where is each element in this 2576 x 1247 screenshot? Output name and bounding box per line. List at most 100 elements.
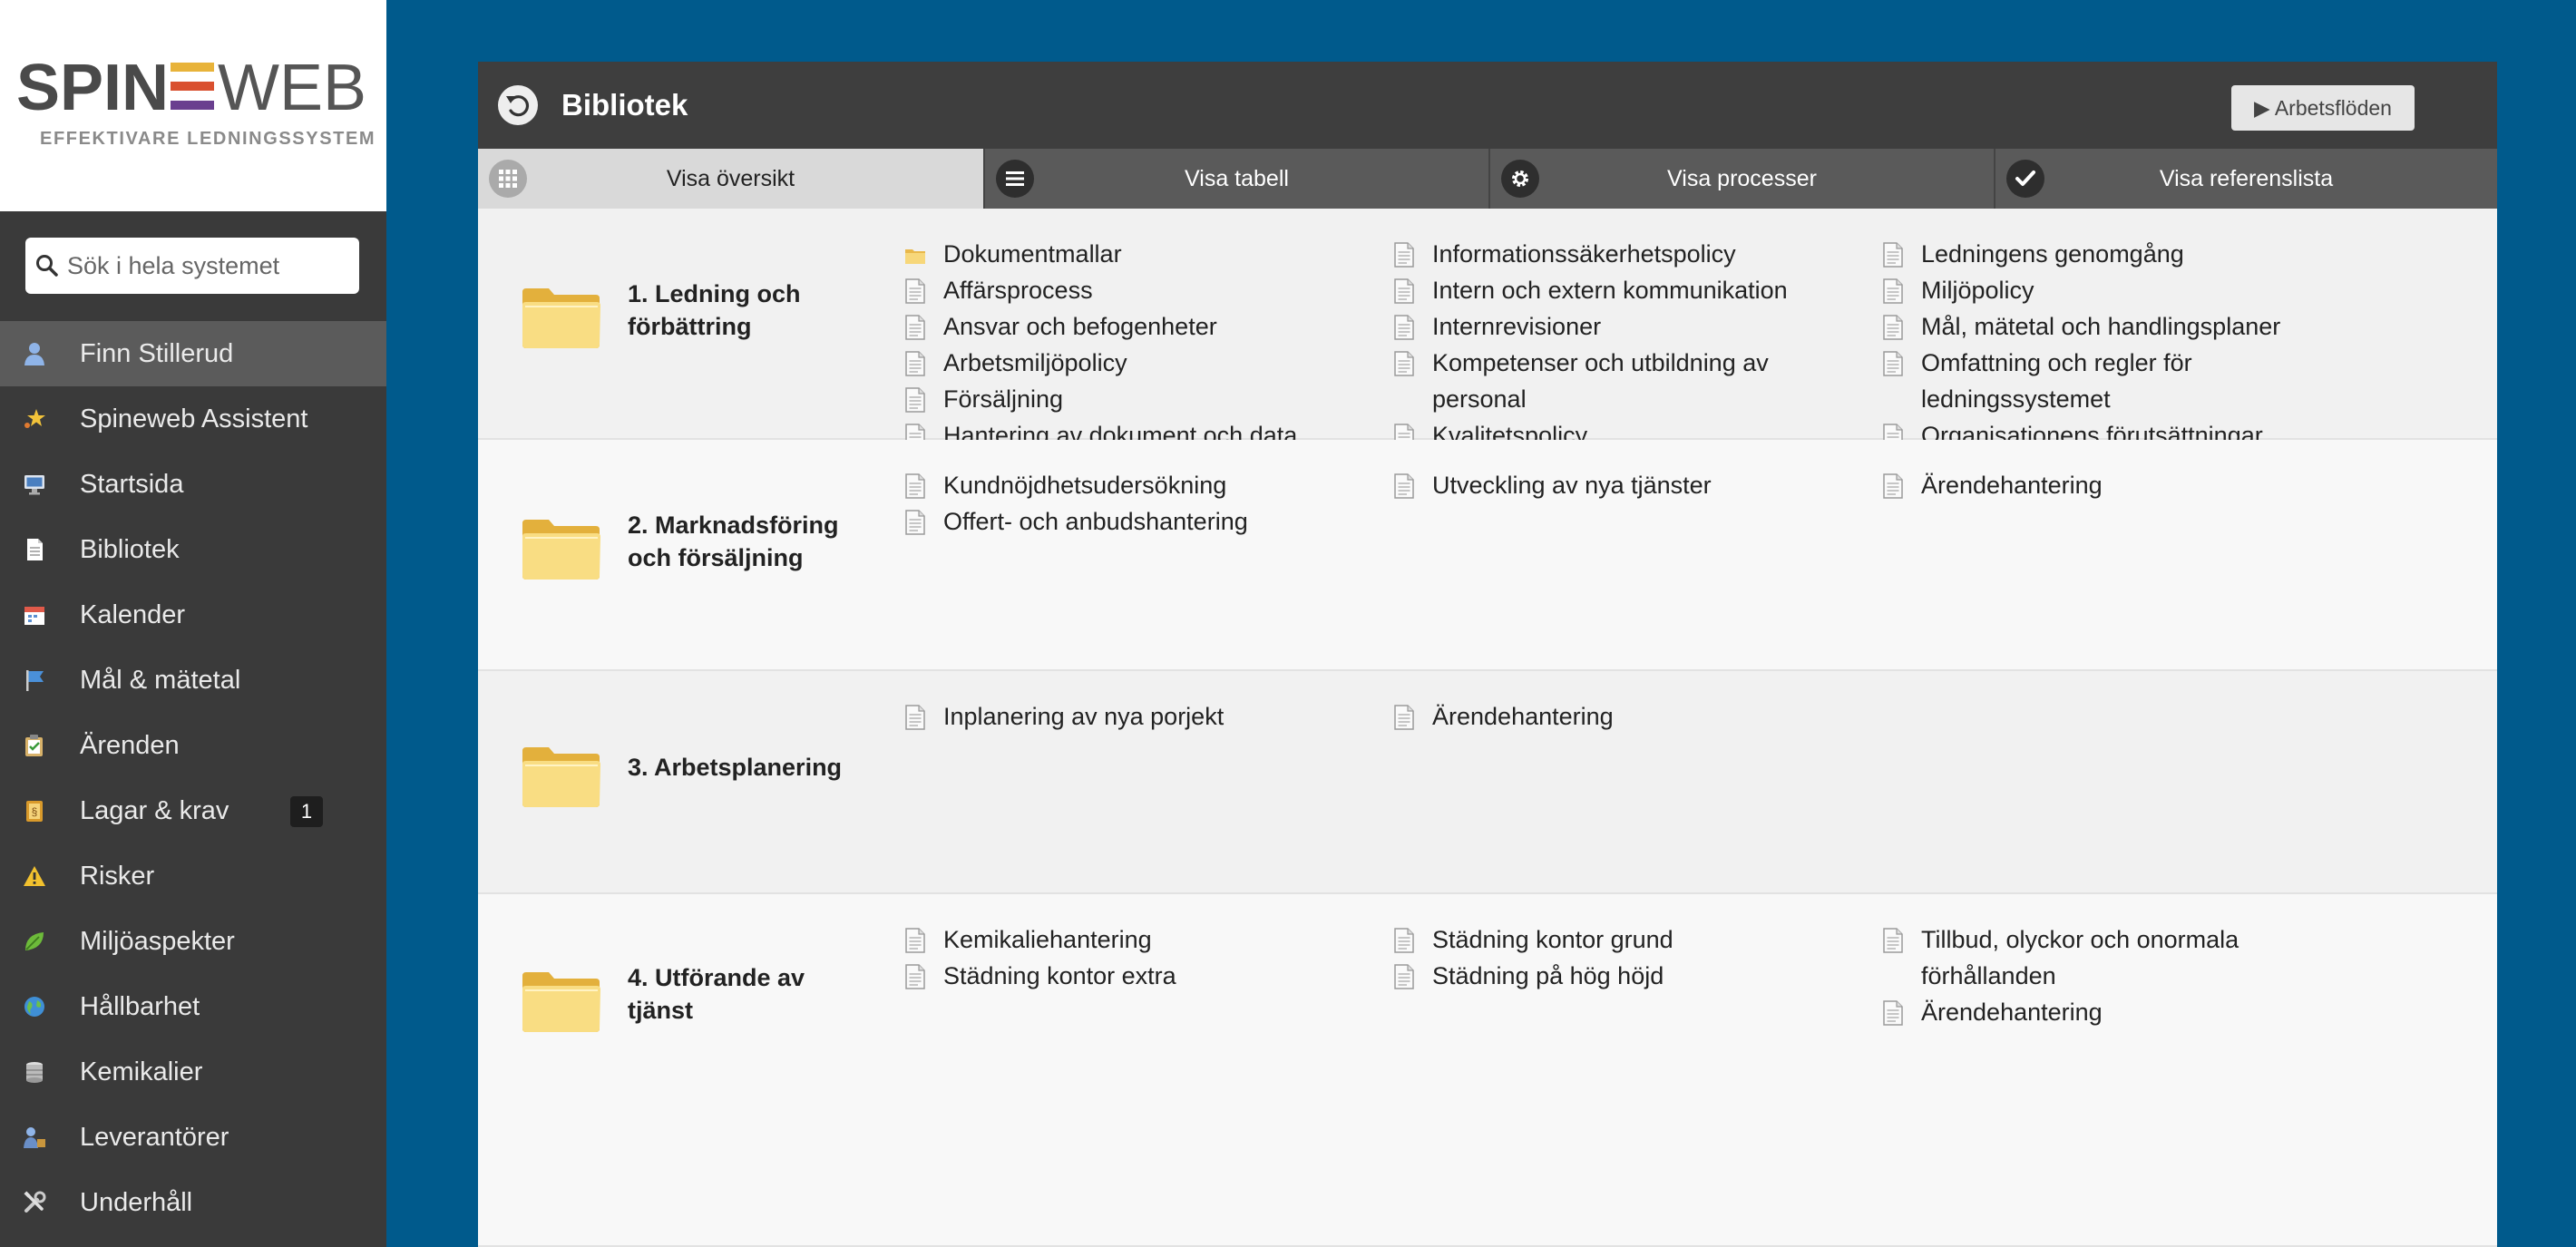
folder-icon[interactable]	[520, 744, 603, 811]
document-link[interactable]: Ärendehantering	[1882, 467, 2354, 503]
section-title[interactable]: 2. Marknadsföring och försäljning	[628, 509, 873, 574]
library-section: 3. Arbetsplanering Inplanering av nya por…	[478, 671, 2497, 894]
document-icon	[1883, 351, 1903, 376]
folder-icon[interactable]	[520, 516, 603, 583]
document-link[interactable]: Försäljning	[904, 381, 1376, 417]
document-icon	[905, 705, 925, 730]
sidebar-item-supplier[interactable]: Leverantörer	[0, 1105, 386, 1170]
library-section: 1. Ledning och förbättring Dokumentmallar…	[478, 209, 2497, 521]
sidebar-item-label: Kalender	[80, 600, 186, 629]
document-link[interactable]: Ärendehantering	[1393, 698, 1865, 735]
workflows-button[interactable]: ▶ Arbetsflöden	[2231, 85, 2415, 131]
back-button[interactable]	[498, 85, 538, 125]
sidebar-item-warning[interactable]: Risker	[0, 843, 386, 909]
document-link[interactable]: Städning kontor extra	[904, 958, 1376, 994]
leaf-icon	[22, 929, 47, 954]
view-tabs: Visa översikt Visa tabell Visa processer Vi…	[478, 149, 2497, 209]
tab-list[interactable]: Visa tabell	[983, 149, 1488, 209]
document-link[interactable]: Intern och extern kommunikation	[1393, 272, 1865, 308]
document-label: Kompetenser och utbildning av personal	[1432, 349, 1769, 413]
logo-web-text: WEB	[218, 52, 367, 124]
document-link[interactable]: Ansvar och befogenheter	[904, 308, 1376, 345]
document-link[interactable]: Kundnöjdhetsudersökning	[904, 467, 1376, 503]
sidebar-item-calendar[interactable]: Kalender	[0, 582, 386, 648]
document-icon	[905, 278, 925, 304]
document-link[interactable]: Ledningens genomgång	[1882, 236, 2354, 272]
sidebar-item-law-book[interactable]: § Lagar & krav 1	[0, 778, 386, 843]
warning-icon	[22, 863, 47, 889]
document-label: Ansvar och befogenheter	[943, 313, 1217, 340]
document-link[interactable]: Städning kontor grund	[1393, 921, 1865, 958]
folder-icon[interactable]	[520, 285, 603, 352]
folder-icon[interactable]	[520, 969, 603, 1036]
document-icon	[1883, 315, 1903, 340]
section-title[interactable]: 1. Ledning och förbättring	[628, 278, 873, 343]
sidebar-item-document[interactable]: Bibliotek	[0, 517, 386, 582]
document-column: Kundnöjdhetsudersökning Offert- och anbud…	[904, 467, 1376, 540]
document-link[interactable]: Internrevisioner	[1393, 308, 1865, 345]
document-link[interactable]: Tillbud, olyckor och onormala förhålland…	[1882, 921, 2354, 994]
sidebar-item-clipboard[interactable]: Ärenden	[0, 713, 386, 778]
clipboard-icon	[22, 733, 47, 758]
logo-wordmark: SPIN WEB	[16, 55, 372, 121]
sidebar-item-leaf[interactable]: Miljöaspekter	[0, 909, 386, 974]
document-label: Intern och extern kommunikation	[1432, 277, 1788, 304]
search-box[interactable]	[25, 238, 359, 294]
folder-link[interactable]: Dokumentmallar	[904, 236, 1376, 272]
document-link[interactable]: Kemikaliehantering	[904, 921, 1376, 958]
document-icon	[22, 537, 47, 562]
document-label: Ärendehantering	[1921, 472, 2103, 499]
document-icon	[905, 387, 925, 413]
tab-gear[interactable]: Visa processer	[1488, 149, 1994, 209]
document-label: Inplanering av nya porjekt	[943, 703, 1225, 730]
sidebar-item-label: Underhåll	[80, 1188, 193, 1217]
document-label: Tillbud, olyckor och onormala förhålland…	[1921, 926, 2239, 989]
document-label: Städning kontor extra	[943, 962, 1176, 989]
document-label: Försäljning	[943, 385, 1064, 413]
flag-icon	[22, 667, 47, 693]
sparkle-icon	[22, 406, 47, 432]
document-column: Kemikaliehantering Städning kontor extra	[904, 921, 1376, 994]
sidebar-item-monitor[interactable]: Startsida	[0, 452, 386, 517]
logo[interactable]: SPIN WEB EFFEKTIVARE LEDNINGSSYSTEM	[0, 0, 386, 211]
document-link[interactable]: Arbetsmiljöpolicy	[904, 345, 1376, 381]
search-icon	[36, 255, 58, 277]
sidebar-item-flag[interactable]: Mål & mätetal	[0, 648, 386, 713]
logo-tagline: EFFEKTIVARE LEDNINGSSYSTEM	[40, 129, 376, 149]
sidebar-item-label: Ärenden	[80, 731, 180, 760]
sidebar-item-user[interactable]: Finn Stillerud	[0, 321, 386, 386]
barrel-icon	[22, 1059, 47, 1085]
document-link[interactable]: Omfattning och regler för ledningssystem…	[1882, 345, 2354, 417]
document-link[interactable]: Utveckling av nya tjänster	[1393, 467, 1865, 503]
document-label: Ärendehantering	[1432, 703, 1614, 730]
document-link[interactable]: Offert- och anbudshantering	[904, 503, 1376, 540]
document-link[interactable]: Inplanering av nya porjekt	[904, 698, 1376, 735]
document-link[interactable]: Städning på hög höjd	[1393, 958, 1865, 994]
logo-e-mark	[171, 63, 215, 110]
tab-grid[interactable]: Visa översikt	[478, 149, 983, 209]
document-link[interactable]: Miljöpolicy	[1882, 272, 2354, 308]
sidebar-item-sparkle[interactable]: Spineweb Assistent	[0, 386, 386, 452]
section-title[interactable]: 4. Utförande av tjänst	[628, 961, 873, 1027]
document-label: Internrevisioner	[1432, 313, 1602, 340]
document-label: Mål, mätetal och handlingsplaner	[1921, 313, 2281, 340]
sidebar-item-tools[interactable]: Underhåll	[0, 1170, 386, 1235]
search-input[interactable]	[67, 238, 348, 294]
document-icon	[1394, 964, 1414, 989]
section-title[interactable]: 3. Arbetsplanering	[628, 751, 873, 784]
sidebar-item-barrel[interactable]: Kemikalier	[0, 1039, 386, 1105]
document-icon	[905, 315, 925, 340]
document-icon	[1394, 242, 1414, 268]
document-label: Miljöpolicy	[1921, 277, 2034, 304]
tab-check[interactable]: Visa referenslista	[1994, 149, 2497, 209]
sidebar-item-globe[interactable]: Hållbarhet	[0, 974, 386, 1039]
document-link[interactable]: Kompetenser och utbildning av personal	[1393, 345, 1865, 417]
document-link[interactable]: Informationssäkerhetspolicy	[1393, 236, 1865, 272]
sidebar-item-label: Risker	[80, 862, 155, 891]
document-column: Städning kontor grund Städning på hög höj…	[1393, 921, 1865, 994]
document-icon	[1394, 705, 1414, 730]
document-link[interactable]: Affärsprocess	[904, 272, 1376, 308]
document-link[interactable]: Mål, mätetal och handlingsplaner	[1882, 308, 2354, 345]
document-link[interactable]: Ärendehantering	[1882, 994, 2354, 1030]
document-label: Affärsprocess	[943, 277, 1093, 304]
